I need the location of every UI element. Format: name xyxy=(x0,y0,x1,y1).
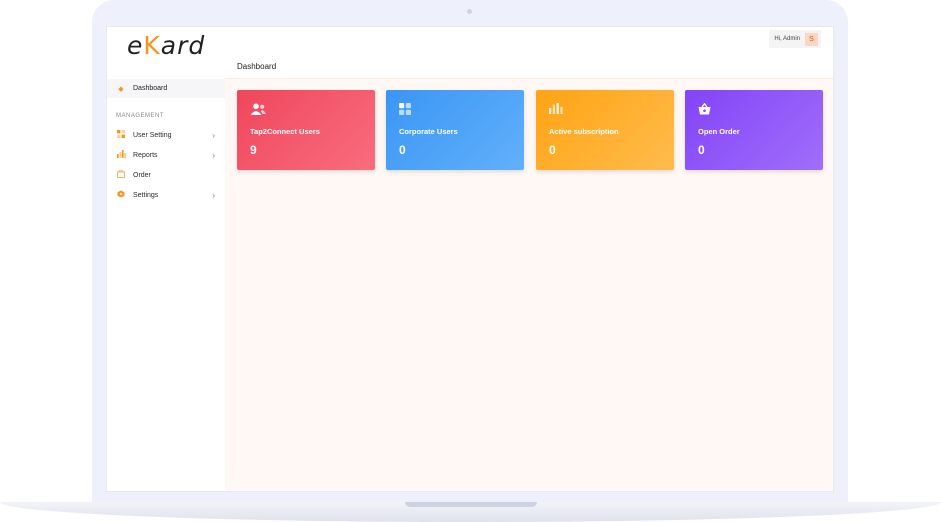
sidebar: eKard ◆ Dashboard MANAGEMENT User Settin… xyxy=(107,27,226,491)
sidebar-item-order[interactable]: Order xyxy=(107,167,225,183)
bar-chart-icon xyxy=(549,103,563,116)
user-setting-icon xyxy=(116,130,126,140)
settings-icon xyxy=(116,190,126,200)
sidebar-item-reports[interactable]: Reports › xyxy=(107,147,225,163)
sidebar-item-label: Reports xyxy=(133,151,158,159)
dashboard-icon: ◆ xyxy=(118,85,124,93)
camera-dot xyxy=(467,9,472,14)
stat-card-value: 0 xyxy=(399,143,406,157)
stat-card-label: Corporate Users xyxy=(399,127,458,136)
page-header: Dashboard xyxy=(225,54,833,79)
stat-card-corporate-users[interactable]: Corporate Users 0 xyxy=(386,90,524,170)
section-label-management: MANAGEMENT xyxy=(116,113,165,119)
stat-card-value: 0 xyxy=(698,143,705,157)
chevron-right-icon: › xyxy=(212,190,215,200)
logo-part: ard xyxy=(160,31,206,60)
users-icon xyxy=(250,103,266,117)
sidebar-item-user-setting[interactable]: User Setting › xyxy=(107,127,225,143)
grid-icon xyxy=(399,103,411,117)
chevron-right-icon: › xyxy=(212,150,215,160)
avatar: S xyxy=(805,32,818,46)
stat-card-open-order[interactable]: Open Order 0 xyxy=(685,90,823,170)
reports-icon xyxy=(116,150,126,160)
stat-card-label: Open Order xyxy=(698,127,740,136)
laptop-notch xyxy=(405,502,537,507)
stat-card-value: 9 xyxy=(250,143,257,157)
sidebar-item-label: User Setting xyxy=(133,131,172,139)
sidebar-item-label: Settings xyxy=(133,191,159,199)
sidebar-item-label: Order xyxy=(133,171,151,179)
chevron-right-icon: › xyxy=(212,130,215,140)
basket-icon xyxy=(698,102,711,117)
stat-card-label: Tap2Connect Users xyxy=(250,127,320,136)
logo-part: e xyxy=(127,31,144,60)
stat-card-active-subscription[interactable]: Active subscription 0 xyxy=(536,90,674,170)
page-title: Dashboard xyxy=(237,61,277,71)
greeting-text: Hi, Admin xyxy=(774,36,800,42)
dashboard-content: Tap2Connect Users 9 Corporate Users 0 Ac… xyxy=(225,79,833,491)
sidebar-item-dashboard[interactable]: ◆ Dashboard xyxy=(107,79,225,98)
user-menu[interactable]: Hi, Admin S xyxy=(769,30,821,48)
sidebar-item-label: Dashboard xyxy=(133,85,168,92)
stat-card-value: 0 xyxy=(549,143,556,157)
app-screen: eKard ◆ Dashboard MANAGEMENT User Settin… xyxy=(107,27,833,491)
sidebar-item-settings[interactable]: Settings › xyxy=(107,187,225,203)
order-icon xyxy=(116,170,126,180)
stat-card-tap2connect-users[interactable]: Tap2Connect Users 9 xyxy=(237,90,375,170)
top-bar: Hi, Admin S xyxy=(225,27,833,55)
brand-logo[interactable]: eKard xyxy=(127,31,205,60)
logo-part: K xyxy=(143,31,161,60)
stat-card-label: Active subscription xyxy=(549,127,619,136)
